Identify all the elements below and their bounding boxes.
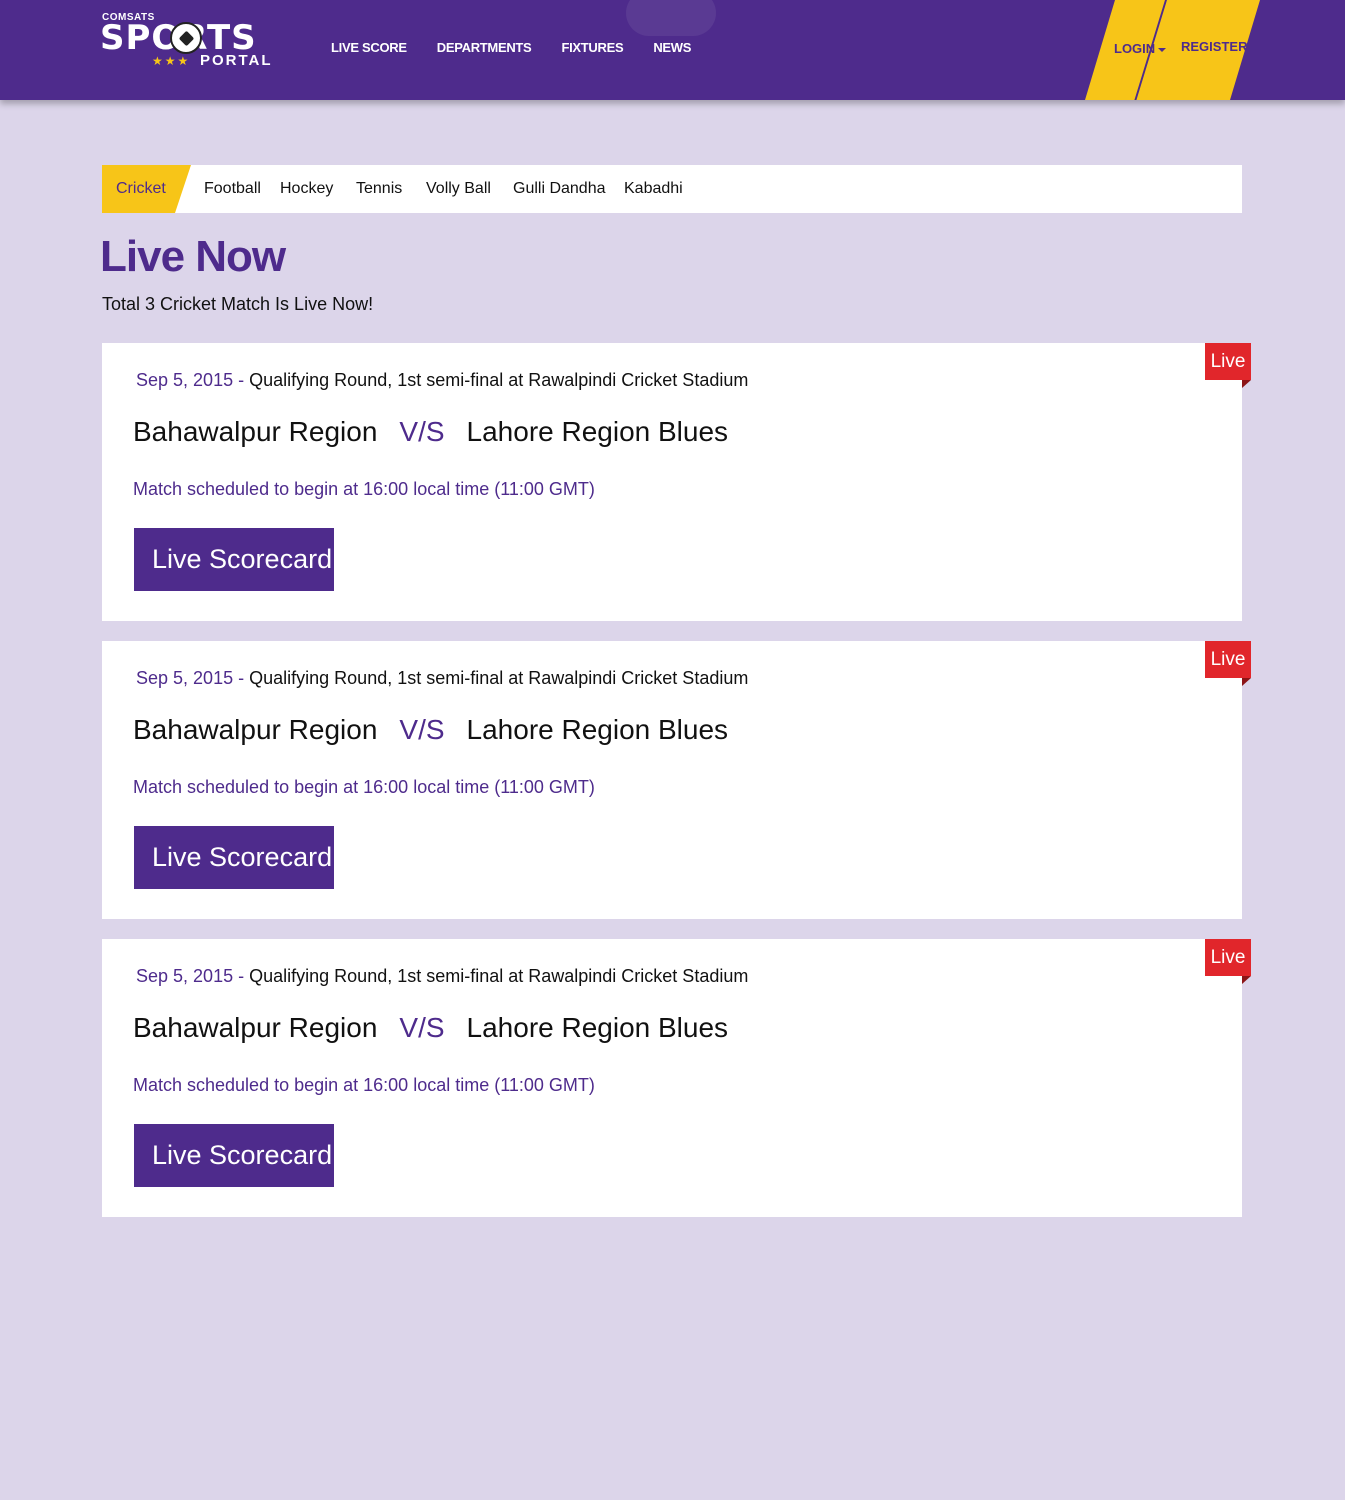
header-decoration xyxy=(626,0,716,36)
logo-portal-text: PORTAL xyxy=(200,52,273,69)
external-link-icon: ↗ xyxy=(342,849,360,871)
nav-fixtures[interactable]: FIXTURES xyxy=(561,40,623,55)
tab-volly-ball[interactable]: Volly Ball xyxy=(426,165,491,213)
match-separator: - xyxy=(238,370,245,390)
main-nav: LIVE SCORE DEPARTMENTS FIXTURES NEWS xyxy=(331,40,721,55)
tab-gulli-dandha[interactable]: Gulli Dandha xyxy=(513,165,606,213)
external-link-icon: ↗ xyxy=(342,1147,360,1169)
live-scorecard-button[interactable]: Live Scorecard ↗ xyxy=(134,1124,359,1187)
tab-football[interactable]: Football xyxy=(204,165,261,213)
match-description: Qualifying Round, 1st semi-final at Rawa… xyxy=(249,966,749,986)
match-date: Sep 5, 2015 xyxy=(136,370,234,390)
match-teams: Bahawalpur Region V/S Lahore Region Blues xyxy=(133,416,728,448)
match-teams: Bahawalpur Region V/S Lahore Region Blues xyxy=(133,1012,728,1044)
match-description: Qualifying Round, 1st semi-final at Rawa… xyxy=(249,668,749,688)
team-b: Lahore Region Blues xyxy=(466,1012,729,1043)
match-schedule: Match scheduled to begin at 16:00 local … xyxy=(133,1075,595,1095)
team-b: Lahore Region Blues xyxy=(466,416,729,447)
tab-tennis[interactable]: Tennis xyxy=(356,165,402,213)
versus-label: V/S xyxy=(399,416,445,447)
tab-hockey[interactable]: Hockey xyxy=(280,165,333,213)
match-separator: - xyxy=(238,966,245,986)
register-link[interactable]: REGISTER xyxy=(1181,39,1247,54)
match-info-line: Sep 5, 2015 - Qualifying Round, 1st semi… xyxy=(136,668,748,689)
live-badge-fold xyxy=(1242,976,1251,984)
match-description: Qualifying Round, 1st semi-final at Rawa… xyxy=(249,370,749,390)
login-label: LOGIN xyxy=(1114,41,1156,56)
page-subtitle: Total 3 Cricket Match Is Live Now! xyxy=(102,294,374,314)
match-card: Live Sep 5, 2015 - Qualifying Round, 1st… xyxy=(102,939,1251,1217)
nav-departments[interactable]: DEPARTMENTS xyxy=(437,40,532,55)
live-scorecard-label: Live Scorecard xyxy=(152,1140,333,1170)
page-title: Live Now xyxy=(100,232,286,281)
live-badge: Live xyxy=(1205,939,1251,976)
match-teams: Bahawalpur Region V/S Lahore Region Blues xyxy=(133,714,728,746)
match-card: Live Sep 5, 2015 - Qualifying Round, 1st… xyxy=(102,641,1251,919)
versus-label: V/S xyxy=(399,1012,445,1043)
team-a: Bahawalpur Region xyxy=(133,1012,378,1043)
match-separator: - xyxy=(238,668,245,688)
live-badge-fold xyxy=(1242,380,1251,388)
external-link-icon: ↗ xyxy=(342,551,360,573)
auth-panel: LOGIN REGISTER xyxy=(1085,0,1260,100)
live-badge: Live xyxy=(1205,343,1251,380)
nav-live-score[interactable]: LIVE SCORE xyxy=(331,40,407,55)
match-date: Sep 5, 2015 xyxy=(136,966,234,986)
team-a: Bahawalpur Region xyxy=(133,714,378,745)
tab-cricket[interactable]: Cricket xyxy=(116,165,166,213)
live-badge-fold xyxy=(1242,678,1251,686)
match-schedule: Match scheduled to begin at 16:00 local … xyxy=(133,479,595,499)
header: COMSATS SPORTS ★★★ PORTAL LIVE SCORE DEP… xyxy=(0,0,1345,100)
team-a: Bahawalpur Region xyxy=(133,416,378,447)
live-scorecard-button[interactable]: Live Scorecard ↗ xyxy=(134,528,359,591)
login-dropdown[interactable]: LOGIN xyxy=(1114,41,1167,56)
site-logo[interactable]: COMSATS SPORTS ★★★ PORTAL xyxy=(100,12,305,70)
stars-icon: ★★★ xyxy=(152,54,191,68)
live-scorecard-label: Live Scorecard xyxy=(152,544,333,574)
nav-news[interactable]: NEWS xyxy=(653,40,691,55)
tab-kabadhi[interactable]: Kabadhi xyxy=(624,165,683,213)
match-info-line: Sep 5, 2015 - Qualifying Round, 1st semi… xyxy=(136,370,748,391)
live-scorecard-label: Live Scorecard xyxy=(152,842,333,872)
football-icon xyxy=(170,22,202,54)
versus-label: V/S xyxy=(399,714,445,745)
match-date: Sep 5, 2015 xyxy=(136,668,234,688)
team-b: Lahore Region Blues xyxy=(466,714,729,745)
match-schedule: Match scheduled to begin at 16:00 local … xyxy=(133,777,595,797)
live-badge: Live xyxy=(1205,641,1251,678)
live-scorecard-button[interactable]: Live Scorecard ↗ xyxy=(134,826,359,889)
match-card: Live Sep 5, 2015 - Qualifying Round, 1st… xyxy=(102,343,1251,621)
caret-down-icon xyxy=(1158,47,1167,52)
match-info-line: Sep 5, 2015 - Qualifying Round, 1st semi… xyxy=(136,966,748,987)
sport-tabs: Cricket Football Hockey Tennis Volly Bal… xyxy=(102,165,1242,213)
